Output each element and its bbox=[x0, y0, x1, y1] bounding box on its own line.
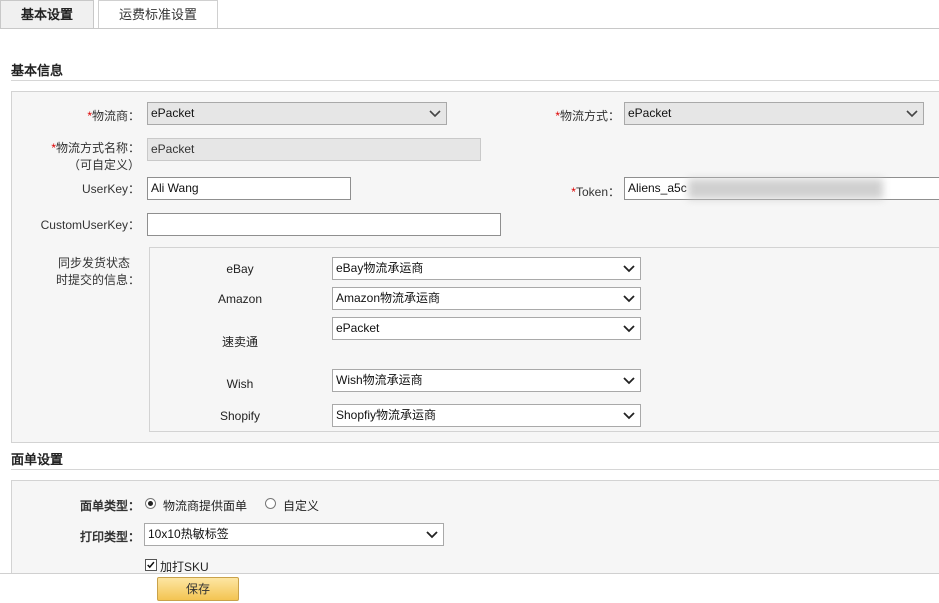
platform-select-value: Wish物流承运商 bbox=[336, 373, 423, 387]
platform-select-value: Amazon物流承运商 bbox=[336, 291, 441, 305]
chevron-down-icon bbox=[623, 412, 635, 420]
tab-freight-standard-settings[interactable]: 运费标准设置 bbox=[98, 0, 218, 28]
chevron-down-icon bbox=[623, 325, 635, 333]
method-select-value: ePacket bbox=[628, 106, 672, 120]
chevron-down-icon bbox=[623, 377, 635, 385]
print-sku-checkbox[interactable] bbox=[145, 559, 157, 571]
print-type-label: 打印类型： bbox=[79, 530, 140, 544]
platform-select-aliexpress[interactable]: ePacket bbox=[332, 317, 641, 340]
chevron-down-icon bbox=[623, 265, 635, 273]
carrier-select[interactable]: ePacket bbox=[147, 102, 447, 125]
userkey-input[interactable]: Ali Wang bbox=[147, 177, 351, 200]
radio-carrier-label-text: 物流商提供面单 bbox=[163, 499, 248, 513]
save-button[interactable]: 保存 bbox=[157, 577, 239, 601]
method-name-label: *物流方式名称： bbox=[30, 139, 140, 156]
method-name-label-hint: （可自定义） bbox=[67, 158, 140, 172]
divider bbox=[11, 80, 939, 81]
checkmark-icon bbox=[147, 561, 155, 569]
chevron-down-icon bbox=[429, 110, 441, 118]
print-type-select[interactable]: 10x10热敏标签 bbox=[144, 523, 444, 546]
platform-select-value: Shopfiy物流承运商 bbox=[336, 408, 437, 422]
platform-select-amazon[interactable]: Amazon物流承运商 bbox=[332, 287, 641, 310]
method-label-text: 物流方式： bbox=[559, 109, 620, 123]
userkey-label: UserKey： bbox=[81, 182, 140, 196]
tab-bar: 基本设置 运费标准设置 bbox=[0, 0, 939, 29]
method-name-input[interactable]: ePacket bbox=[147, 138, 481, 161]
radio-carrier-label[interactable] bbox=[145, 498, 156, 509]
redaction-blur bbox=[688, 179, 883, 199]
chevron-down-icon bbox=[906, 110, 918, 118]
sync-label-line2: 时提交的信息： bbox=[55, 273, 140, 287]
platform-select-value: ePacket bbox=[336, 321, 380, 335]
customuserkey-label: CustomUserKey： bbox=[40, 218, 140, 232]
chevron-down-icon bbox=[426, 531, 438, 539]
footer-bar bbox=[0, 573, 939, 603]
customuserkey-input[interactable] bbox=[147, 213, 501, 236]
carrier-select-value: ePacket bbox=[151, 106, 195, 120]
section-title-basic-info: 基本信息 bbox=[11, 63, 64, 78]
print-type-select-value: 10x10热敏标签 bbox=[148, 527, 229, 541]
method-select[interactable]: ePacket bbox=[624, 102, 924, 125]
platform-name-amazon: Amazon bbox=[217, 292, 263, 306]
platform-name-shopify: Shopify bbox=[219, 409, 261, 423]
carrier-label: *物流商： bbox=[60, 107, 140, 124]
platform-select-value: eBay物流承运商 bbox=[336, 261, 424, 275]
tab-basic-settings[interactable]: 基本设置 bbox=[0, 0, 94, 28]
label-type-label: 面单类型： bbox=[79, 499, 140, 513]
method-name-label-line1: 物流方式名称： bbox=[55, 141, 140, 155]
platform-name-wish: Wish bbox=[226, 377, 254, 391]
platform-select-shopify[interactable]: Shopfiy物流承运商 bbox=[332, 404, 641, 427]
carrier-label-text: 物流商： bbox=[91, 109, 140, 123]
platform-name-ebay: eBay bbox=[226, 262, 254, 276]
sync-label-line1: 同步发货状态 bbox=[57, 256, 130, 270]
token-label: *Token： bbox=[540, 183, 620, 200]
platform-select-ebay[interactable]: eBay物流承运商 bbox=[332, 257, 641, 280]
section-title-label-settings: 面单设置 bbox=[11, 452, 64, 467]
radio-custom-label[interactable] bbox=[265, 498, 276, 509]
token-label-text: Token： bbox=[575, 185, 620, 199]
divider bbox=[11, 469, 939, 470]
method-label: *物流方式： bbox=[540, 107, 620, 124]
chevron-down-icon bbox=[623, 295, 635, 303]
platform-name-aliexpress: 速卖通 bbox=[221, 335, 258, 349]
platform-select-wish[interactable]: Wish物流承运商 bbox=[332, 369, 641, 392]
radio-custom-label-text: 自定义 bbox=[283, 499, 320, 513]
